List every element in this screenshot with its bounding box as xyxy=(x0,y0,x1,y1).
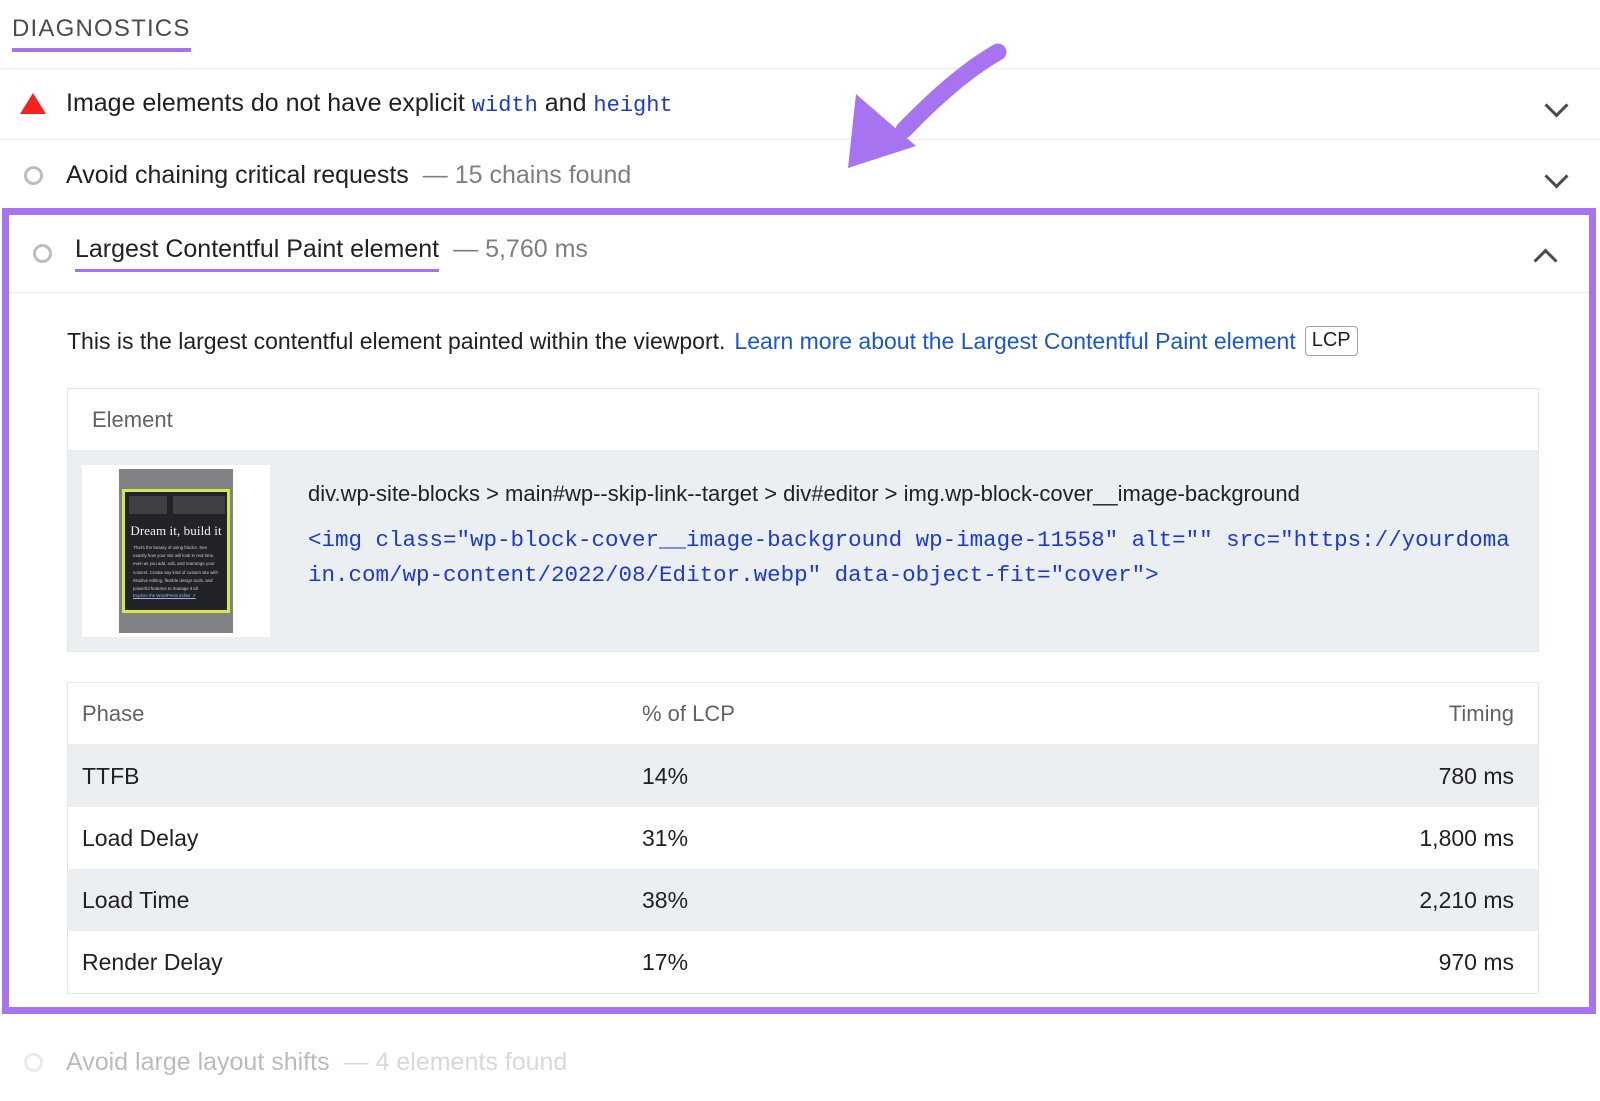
code-token-width: width xyxy=(471,93,538,118)
lcp-description: This is the largest contentful element p… xyxy=(9,293,1589,357)
cell-timing: 1,800 ms xyxy=(1419,824,1514,851)
chevron-down-icon[interactable] xyxy=(1544,91,1570,117)
cell-phase: Load Time xyxy=(82,886,190,913)
element-snippet-line-2: /wp-content/2022/08/Editor.webp" data-ob… xyxy=(389,562,1159,589)
element-table: Element Dream it, build it That's the be… xyxy=(67,388,1539,653)
audit-row-image-dimensions[interactable]: Image elements do not have explicit widt… xyxy=(0,68,1600,138)
column-header-timing: Timing xyxy=(1448,700,1514,726)
cell-timing: 780 ms xyxy=(1438,762,1514,789)
table-row: Render Delay 17% 970 ms xyxy=(68,931,1538,993)
chevron-up-icon[interactable] xyxy=(1533,241,1559,267)
lcp-body: This is the largest contentful element p… xyxy=(9,293,1589,995)
cell-phase: Render Delay xyxy=(82,948,223,975)
audit-title-layout-shifts: Avoid large layout shifts xyxy=(66,1048,330,1076)
cell-phase: TTFB xyxy=(82,762,140,789)
audit-row-critical-requests[interactable]: Avoid chaining critical requests — 15 ch… xyxy=(0,139,1600,210)
circle-outline-icon xyxy=(9,244,75,263)
table-row: Load Delay 31% 1,800 ms xyxy=(68,807,1538,869)
element-thumbnail: Dream it, build it That's the beauty of … xyxy=(82,465,270,638)
page-title: DIAGNOSTICS xyxy=(12,15,191,53)
lcp-value: — 5,760 ms xyxy=(453,235,588,263)
lcp-badge: LCP xyxy=(1304,326,1358,357)
audit-title-image-dimensions: Image elements do not have explicit widt… xyxy=(66,89,673,118)
audit-subtitle-layout-shifts: — 4 elements found xyxy=(343,1048,568,1076)
warning-triangle-icon xyxy=(0,93,66,114)
audit-subtitle-critical-requests: — 15 chains found xyxy=(422,160,632,189)
table-row: TTFB 14% 780 ms xyxy=(68,745,1538,808)
diagnostics-page: DIAGNOSTICS Image elements do not have e… xyxy=(0,0,1600,1101)
cell-pct: 38% xyxy=(642,886,689,913)
thumbnail-heading: Dream it, build it xyxy=(130,523,222,539)
cell-timing: 2,210 ms xyxy=(1419,886,1514,913)
circle-outline-icon xyxy=(0,1053,66,1072)
element-table-header: Element xyxy=(68,389,1538,452)
element-table-row: Dream it, build it That's the beauty of … xyxy=(68,451,1538,652)
column-header-phase: Phase xyxy=(82,700,145,726)
phase-table-header-row: Phase % of LCP Timing xyxy=(68,683,1538,746)
cell-timing: 970 ms xyxy=(1438,948,1514,975)
audit-title-critical-requests: Avoid chaining critical requests xyxy=(66,160,409,189)
element-code-column: div.wp-site-blocks > main#wp--skip-link-… xyxy=(270,465,1514,637)
lcp-header[interactable]: Largest Contentful Paint element — 5,760… xyxy=(9,215,1589,293)
column-header-pct-of-lcp: % of LCP xyxy=(642,700,735,726)
circle-outline-icon xyxy=(0,165,66,185)
thumbnail-body: That's the beauty of using blocks. See e… xyxy=(133,545,218,591)
audit-row-layout-shifts[interactable]: Avoid large layout shifts — 4 elements f… xyxy=(0,1024,1600,1101)
thumbnail-link: Explore the WordPress Editor ↗ xyxy=(133,593,196,599)
thumbnail-card: Dream it, build it That's the beauty of … xyxy=(122,489,230,614)
cell-pct: 14% xyxy=(642,762,689,789)
table-row: Load Time 38% 2,210 ms xyxy=(68,869,1538,932)
code-token-height: height xyxy=(593,93,673,118)
chevron-down-icon[interactable] xyxy=(1544,162,1570,188)
cell-pct: 17% xyxy=(642,948,689,975)
phase-table: Phase % of LCP Timing TTFB 14% 780 ms Lo… xyxy=(67,682,1539,995)
element-snippet: <img class="wp-block-cover__image-backgr… xyxy=(308,523,1514,593)
lcp-title: Largest Contentful Paint element xyxy=(75,235,440,272)
lcp-panel: Largest Contentful Paint element — 5,760… xyxy=(2,208,1596,1014)
element-selector-path: div.wp-site-blocks > main#wp--skip-link-… xyxy=(308,481,1300,507)
lcp-description-text: This is the largest contentful element p… xyxy=(67,328,726,354)
cell-pct: 31% xyxy=(642,824,689,851)
cell-phase: Load Delay xyxy=(82,824,199,851)
learn-more-link[interactable]: Learn more about the Largest Contentful … xyxy=(734,325,1295,357)
